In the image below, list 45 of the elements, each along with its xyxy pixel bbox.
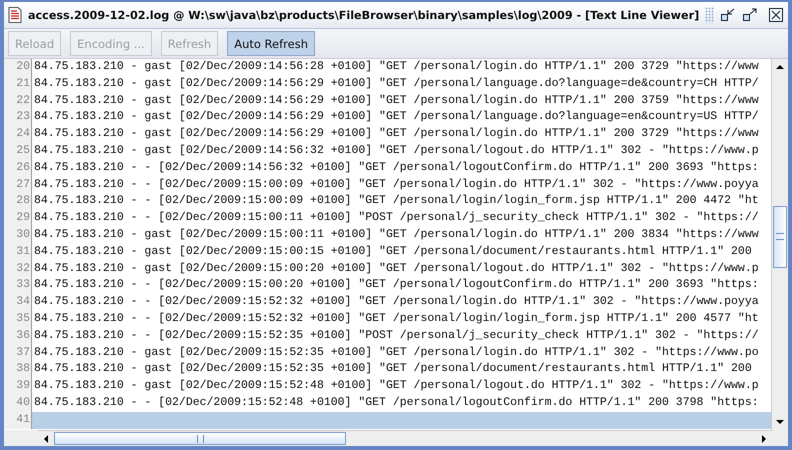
- log-line[interactable]: 84.75.183.210 - gast [02/Dec/2009:15:00:15 +0100] "GET /personal/document/restaurants.html HTTP/1.1" 200: [32, 244, 771, 261]
- log-line[interactable]: 84.75.183.210 - - [02/Dec/2009:15:52:35 +0100] "POST /personal/j_security_check HTTP/1.1" 302 - "https://: [32, 328, 771, 345]
- line-number: 37: [4, 344, 32, 362]
- line-number: 26: [4, 160, 32, 177]
- line-number: 34: [4, 294, 32, 311]
- log-line[interactable]: 84.75.183.210 - gast [02/Dec/2009:14:56:29 +0100] "GET /personal/login.do HTTP/1.1" 200 3729 "https://www: [32, 126, 771, 143]
- log-line[interactable]: 84.75.183.210 - - [02/Dec/2009:14:56:32 +0100] "GET /personal/logoutConfirm.do HTTP/1.1" 200 3693 "https:: [32, 160, 771, 177]
- line-number: 21: [4, 76, 32, 93]
- log-line[interactable]: 84.75.183.210 - gast [02/Dec/2009:15:00:20 +0100] "GET /personal/logout.do HTTP/1.1" 302 - "https://www.p: [32, 260, 771, 278]
- line-number: 33: [4, 277, 32, 294]
- log-line[interactable]: 84.75.183.210 - - [02/Dec/2009:15:00:09 +0100] "GET /personal/login/login_form.jsp HTTP/1.1" 200 4472 "ht: [32, 193, 771, 210]
- line-number: 25: [4, 142, 32, 160]
- line-number: 22: [4, 92, 32, 110]
- log-line[interactable]: 84.75.183.210 - gast [02/Dec/2009:14:56:29 +0100] "GET /personal/language.do?language=en&country=US HTTP/: [32, 109, 771, 126]
- log-line[interactable]: 84.75.183.210 - gast [02/Dec/2009:14:56:29 +0100] "GET /personal/language.do?language=de&country=CH HTTP/: [32, 76, 771, 93]
- log-line[interactable]: 84.75.183.210 - gast [02/Dec/2009:15:00:11 +0100] "GET /personal/login.do HTTP/1.1" 200 3834 "https://www: [32, 226, 771, 244]
- log-line[interactable]: 84.75.183.210 - - [02/Dec/2009:15:00:09 +0100] "GET /personal/login.do HTTP/1.1" 302 - "https://www.poyya: [32, 176, 771, 194]
- line-number: 38: [4, 361, 32, 378]
- log-line[interactable]: 84.75.183.210 - gast [02/Dec/2009:15:52:35 +0100] "GET /personal/login.do HTTP/1.1" 302 - "https://www.po: [32, 344, 771, 362]
- line-number: 23: [4, 109, 32, 126]
- line-number: 30: [4, 226, 32, 244]
- log-line[interactable]: 84.75.183.210 - - [02/Dec/2009:15:52:48 +0100] "GET /personal/logoutConfirm.do HTTP/1.1" 200 3798 "https:: [32, 394, 771, 412]
- line-number: 31: [4, 244, 32, 261]
- log-line[interactable]: 84.75.183.210 - gast [02/Dec/2009:14:56:29 +0100] "GET /personal/login.do HTTP/1.1" 200 3759 "https://www: [32, 92, 771, 110]
- log-line[interactable]: 84.75.183.210 - - [02/Dec/2009:15:52:32 +0100] "GET /personal/login/login_form.jsp HTTP/1.1" 200 4577 "ht: [32, 310, 771, 328]
- line-number: 27: [4, 176, 32, 194]
- log-line[interactable]: 84.75.183.210 - gast [02/Dec/2009:14:56:32 +0100] "GET /personal/logout.do HTTP/1.1" 302 - "https://www.p: [32, 142, 771, 160]
- log-line[interactable]: 84.75.183.210 - gast [02/Dec/2009:15:52:35 +0100] "GET /personal/document/restaurants.html HTTP/1.1" 200: [32, 361, 771, 378]
- window-title: access.2009-12-02.log @ W:\sw\java\bz\products\FileBrowser\binary\samples\log\2009 - [Text Line Viewer]: [28, 8, 700, 22]
- line-number: 40: [4, 394, 32, 412]
- log-line[interactable]: 84.75.183.210 - gast [02/Dec/2009:15:52:48 +0100] "GET /personal/logout.do HTTP/1.1" 302 - "https://www.p: [32, 378, 771, 395]
- log-line[interactable]: 84.75.183.210 - gast [02/Dec/2009:14:56:28 +0100] "GET /personal/login.do HTTP/1.1" 200 3729 "https://www: [32, 59, 771, 76]
- toolbar-button[interactable]: Auto Refresh: [227, 31, 315, 56]
- line-number: 36: [4, 328, 32, 345]
- line-number: 29: [4, 210, 32, 227]
- log-line[interactable]: 84.75.183.210 - - [02/Dec/2009:15:00:11 +0100] "POST /personal/j_security_check HTTP/1.1" 302 - "https://: [32, 210, 771, 227]
- log-line[interactable]: 84.75.183.210 - - [02/Dec/2009:15:00:20 +0100] "GET /personal/logoutConfirm.do HTTP/1.1" 200 3693 "https:: [32, 277, 771, 294]
- line-number: 20: [4, 59, 32, 76]
- log-line[interactable]: 84.75.183.210 - - [02/Dec/2009:15:52:32 +0100] "GET /personal/login.do HTTP/1.1" 302 - "https://www.poyya: [32, 294, 771, 311]
- line-number: 35: [4, 310, 32, 328]
- line-number: 28: [4, 193, 32, 210]
- line-number: 24: [4, 126, 32, 143]
- line-number: 32: [4, 260, 32, 278]
- line-number: 39: [4, 378, 32, 395]
- line-number: 41: [4, 412, 32, 429]
